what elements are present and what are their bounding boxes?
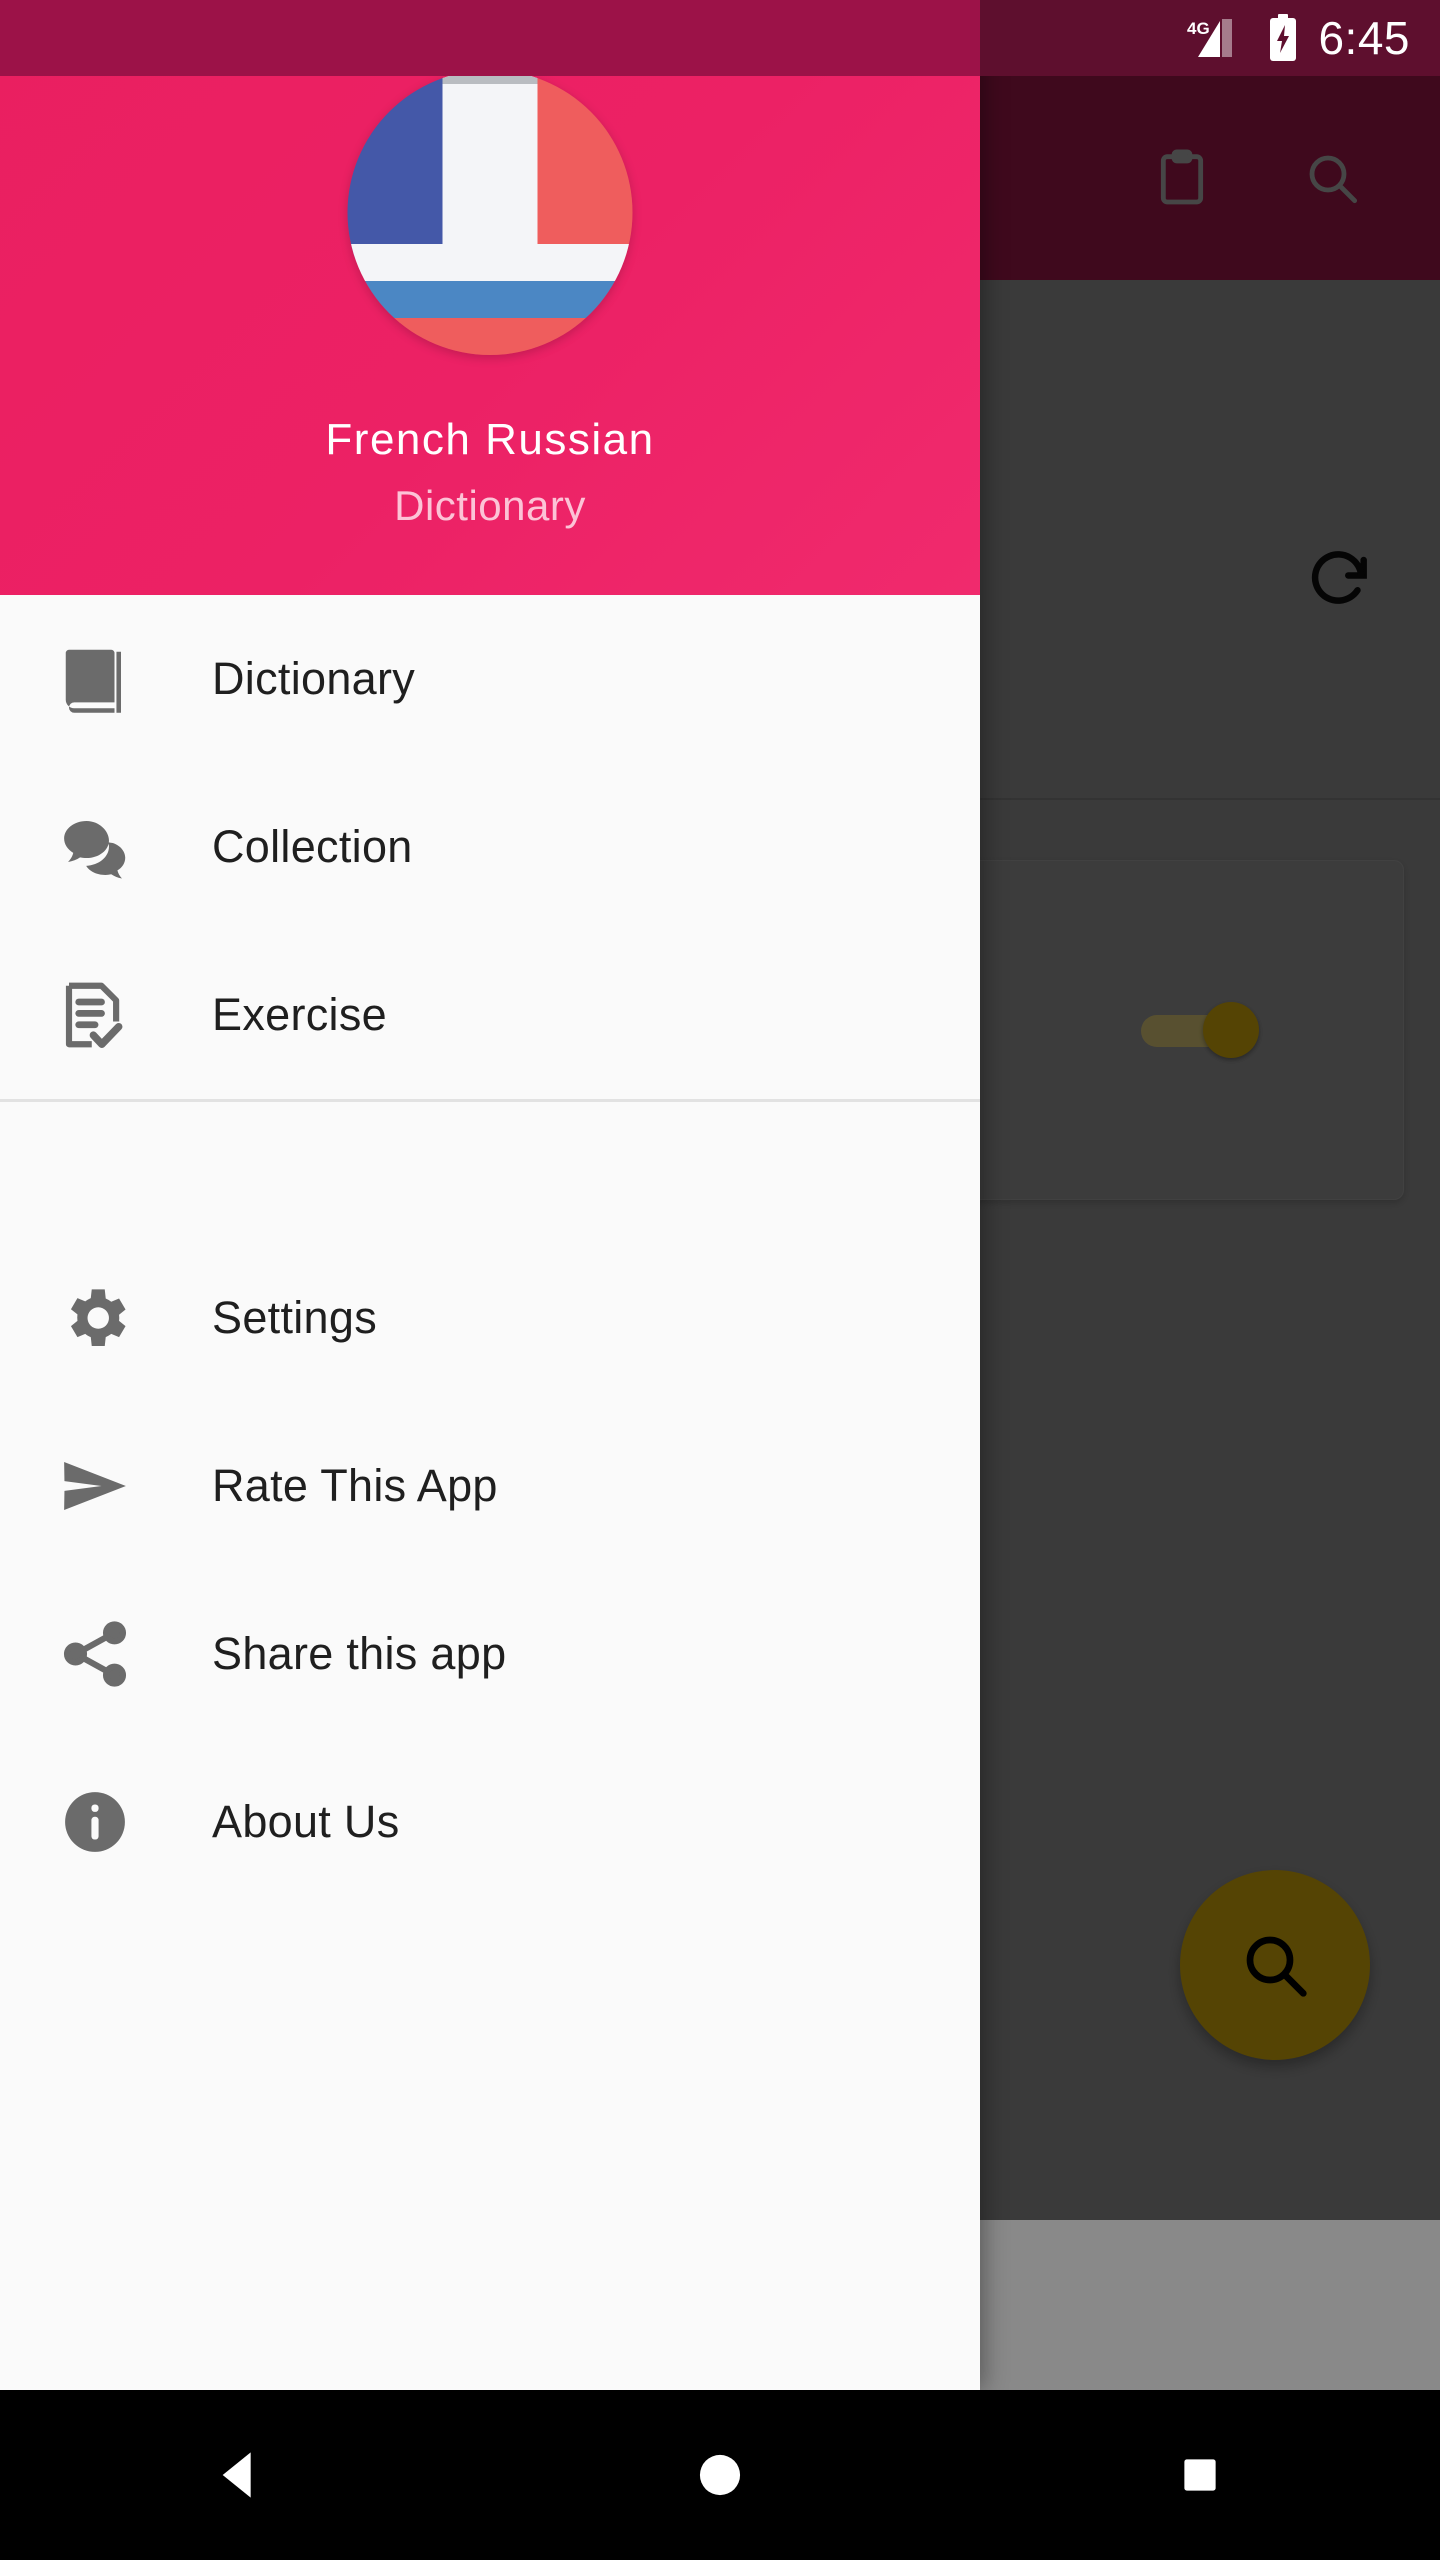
sidebar-item-about-us[interactable]: About Us	[0, 1738, 980, 1906]
nav-recents-button[interactable]	[1140, 2415, 1260, 2535]
drawer-secondary-group: Settings Rate This App Share this app Ab…	[0, 1102, 980, 1906]
sidebar-item-collection[interactable]: Collection	[0, 763, 980, 931]
send-icon	[56, 1447, 134, 1525]
sidebar-item-label: Collection	[212, 821, 413, 872]
sidebar-item-share-this-app[interactable]: Share this app	[0, 1570, 980, 1738]
document-check-icon	[56, 976, 134, 1054]
phone-screen: ся	[0, 0, 1440, 2560]
sidebar-item-label: Share this app	[212, 1628, 507, 1679]
sidebar-item-label: About Us	[212, 1796, 400, 1847]
nav-home-button[interactable]	[660, 2415, 780, 2535]
navigation-drawer: French Russian Dictionary Dictionary Col…	[0, 0, 980, 2390]
sidebar-item-exercise[interactable]: Exercise	[0, 931, 980, 1099]
sidebar-item-label: Rate This App	[212, 1460, 498, 1511]
status-bar-left-fill	[0, 0, 980, 76]
system-navigation-bar	[0, 2390, 1440, 2560]
drawer-title: French Russian	[325, 415, 655, 464]
status-bar: 4G 6:45	[0, 0, 1440, 76]
chat-bubbles-icon	[56, 808, 134, 886]
status-bar-clock: 6:45	[1318, 12, 1410, 64]
french-russian-flag-icon	[347, 70, 633, 355]
sidebar-item-rate-this-app[interactable]: Rate This App	[0, 1402, 980, 1570]
sidebar-item-label: Dictionary	[212, 653, 416, 704]
sidebar-item-dictionary[interactable]: Dictionary	[0, 595, 980, 763]
drawer-menu: Dictionary Collection Exercise Settings …	[0, 595, 980, 2390]
network-label: 4G	[1187, 19, 1210, 38]
sidebar-item-label: Settings	[212, 1292, 377, 1343]
sidebar-item-label: Exercise	[212, 989, 387, 1040]
drawer-header: French Russian Dictionary	[0, 0, 980, 595]
nav-back-button[interactable]	[180, 2415, 300, 2535]
signal-4g-icon: 4G	[1186, 15, 1248, 61]
share-icon	[56, 1615, 134, 1693]
sidebar-item-settings[interactable]: Settings	[0, 1234, 980, 1402]
gear-icon	[56, 1279, 134, 1357]
book-icon	[56, 640, 134, 718]
battery-charging-icon	[1266, 14, 1300, 62]
drawer-primary-group: Dictionary Collection Exercise	[0, 595, 980, 1099]
drawer-subtitle: Dictionary	[394, 482, 586, 529]
info-icon	[56, 1783, 134, 1861]
